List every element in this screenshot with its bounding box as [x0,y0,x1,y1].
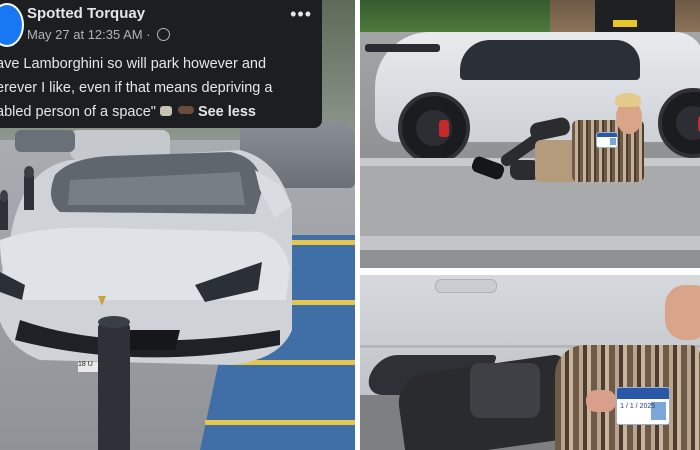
yellow-number-plate [613,20,637,27]
bollard [24,166,34,210]
door-handle [435,279,497,293]
see-less-button[interactable]: See less [198,104,256,120]
road-surface [360,250,700,268]
kerb [360,236,700,250]
disabled-badge-card: 1 / 1 / 2025 [616,387,670,425]
panel-divider-horizontal [360,268,700,275]
hand [586,390,616,412]
bottom-right-photo-closeup: 1 / 1 / 2025 [360,275,700,450]
meta-separator: · [142,27,155,42]
post-text-line: ave Lamborghini so will park however and [0,56,267,72]
emoji-pill [177,106,194,114]
leg-brace [470,363,540,418]
globe-icon[interactable] [157,28,171,41]
rear-spoiler [365,44,440,52]
hedge [360,0,550,32]
post-timestamp-link[interactable]: May 27 at 12:35 AM [27,27,143,42]
post-text-line: erever I like, even if that means depriv… [0,80,273,96]
facebook-post-card: Spotted Torquay May 27 at 12:35 AM · •••… [0,0,322,128]
man-head [665,285,700,340]
goat-emoji [159,106,172,116]
car-window [460,40,640,80]
page-name-link[interactable]: Spotted Torquay [27,5,145,22]
disabled-badge-card [596,132,618,148]
rear-wheel [398,92,470,164]
bollard [98,316,130,450]
post-text-line-3: abled person of a space" [0,104,156,120]
post-text: ave Lamborghini so will park however and… [0,52,318,124]
bollard [0,190,8,230]
page-avatar-logo[interactable] [0,3,24,47]
panel-divider-vertical [355,0,360,450]
top-right-photo-man-lying-by-car [360,0,700,268]
badge-card-text: 1 / 1 / 2025 [620,403,656,411]
man-hair [615,93,641,107]
post-text-line-last: abled person of a space" See less [0,100,318,124]
post-meta: May 27 at 12:35 AM · [27,27,171,42]
more-options-icon[interactable]: ••• [290,4,312,25]
